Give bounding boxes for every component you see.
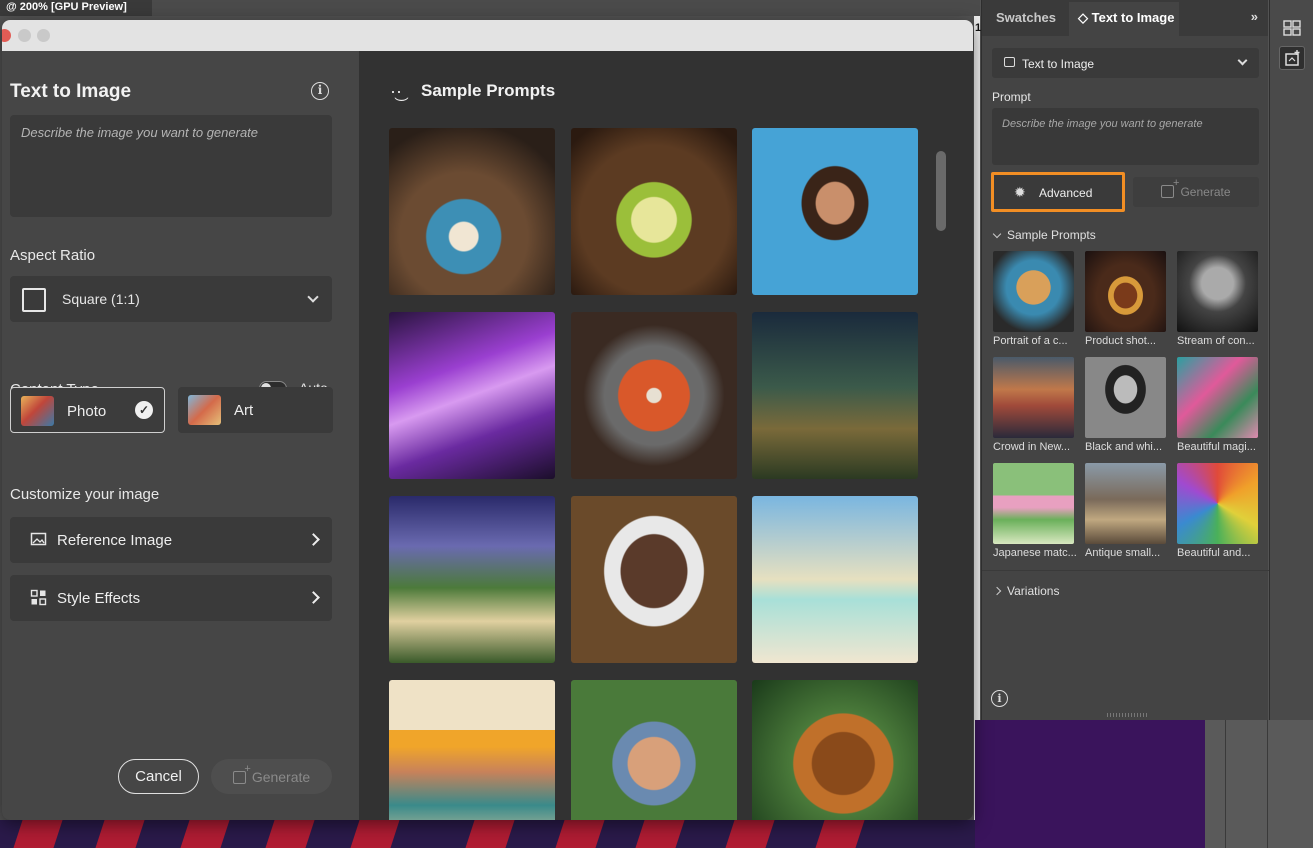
mode-select[interactable]: Text to Image xyxy=(992,48,1259,78)
panel-dock-strip xyxy=(1269,0,1313,720)
sample-thumb-latte-art-coffee[interactable] xyxy=(389,128,555,295)
sample-prompts-title: Sample Prompts xyxy=(421,81,556,100)
reference-image-button[interactable]: Reference Image xyxy=(10,517,332,563)
variations-toggle[interactable]: Variations xyxy=(992,584,1059,598)
panel-sample-caption: Beautiful and... xyxy=(1177,547,1251,559)
panel-sample-caption: Crowd in New... xyxy=(993,441,1071,453)
tab-text-to-image[interactable]: ◇ Text to Image xyxy=(1078,10,1174,26)
panel-sample-caption: Stream of con... xyxy=(1177,335,1255,347)
aspect-ratio-label: Aspect Ratio xyxy=(10,247,96,264)
text-to-image-panel: Swatches ◇ Text to Image » Text to Image… xyxy=(981,0,1269,720)
text-to-image-dialog: Text to Image i Aspect Ratio Square (1:1… xyxy=(2,20,973,820)
panel-sample-caption: Portrait of a c... xyxy=(993,335,1068,347)
customize-label: Customize your image xyxy=(10,486,160,503)
canvas-artwork-purple xyxy=(975,720,1205,848)
hot-air-balloon-art-icon xyxy=(188,395,221,425)
reference-image-icon xyxy=(30,532,47,546)
sample-thumb-baby-orangutan[interactable] xyxy=(752,680,918,820)
panel-sample-caption: Product shot... xyxy=(1085,335,1156,347)
panel-sample-caption: Black and whi... xyxy=(1085,441,1163,453)
panel-sample-caption: Antique small... xyxy=(1085,547,1161,559)
panel-sample-caption: Beautiful magi... xyxy=(1177,441,1256,453)
panel-thumb-burger[interactable] xyxy=(1085,251,1166,332)
panel-thumb-antique-car[interactable] xyxy=(1085,463,1166,544)
chevron-right-icon xyxy=(307,533,320,546)
text-to-image-panel-icon[interactable] xyxy=(1279,46,1305,70)
sample-thumb-woman-in-hat[interactable] xyxy=(571,680,737,820)
panel-sample-caption: Japanese matc... xyxy=(993,547,1077,559)
generate-icon xyxy=(1161,177,1179,198)
sample-thumb-elderly-man-beard[interactable] xyxy=(571,496,737,663)
panel-thumb-bw-tree[interactable] xyxy=(1177,251,1258,332)
style-effects-button[interactable]: Style Effects xyxy=(10,575,332,621)
generate-button[interactable]: Generate xyxy=(211,759,332,794)
zoom-window-button[interactable] xyxy=(37,29,50,42)
panel-thumb-paper-flower[interactable] xyxy=(1177,463,1258,544)
aspect-ratio-select[interactable]: Square (1:1) xyxy=(10,276,332,322)
info-icon[interactable]: i xyxy=(311,82,329,100)
sample-thumb-fantasy-tree-lake[interactable] xyxy=(389,496,555,663)
panel-divider xyxy=(982,570,1269,571)
panel-thumb-bw-woman[interactable] xyxy=(1085,357,1166,438)
sample-prompts-scrollbar[interactable] xyxy=(936,151,946,231)
chevron-down-icon xyxy=(307,291,319,303)
content-type-photo-button[interactable]: Photo ✓ xyxy=(10,387,165,433)
advanced-label: Advanced xyxy=(1039,186,1093,200)
square-ratio-icon xyxy=(22,288,46,312)
prompt-input[interactable] xyxy=(10,115,332,217)
checkmark-icon: ✓ xyxy=(135,401,153,419)
panel-thumb-matcha-blossom[interactable] xyxy=(993,463,1074,544)
minimize-window-button[interactable] xyxy=(18,29,31,42)
panel-generate-label: Generate xyxy=(1180,185,1231,199)
generate-label: Generate xyxy=(251,768,311,785)
swatches-panel-icon[interactable] xyxy=(1279,16,1305,40)
content-type-option-label: Photo xyxy=(67,403,107,420)
reference-image-label: Reference Image xyxy=(57,532,173,549)
panel-thumb-flamingos[interactable] xyxy=(1177,357,1258,438)
panel-resize-grip[interactable] xyxy=(1107,713,1147,717)
content-type-art-button[interactable]: Art xyxy=(178,387,333,433)
cancel-button[interactable]: Cancel xyxy=(118,759,199,794)
generate-icon xyxy=(232,763,251,784)
close-window-button[interactable] xyxy=(2,29,11,42)
panel-thumb-city-crowd[interactable] xyxy=(993,357,1074,438)
sample-thumb-happy-birthday-balloons[interactable] xyxy=(389,312,555,479)
panel-tab-bar: Swatches ◇ Text to Image » xyxy=(982,0,1268,36)
settings-pane: Text to Image i Aspect Ratio Square (1:1… xyxy=(2,51,359,820)
sample-thumb-beach-hut-palms[interactable] xyxy=(752,496,918,663)
text-to-image-icon xyxy=(1004,57,1015,67)
sample-thumb-girl-in-forest-lantern[interactable] xyxy=(752,312,918,479)
chevron-right-icon xyxy=(307,591,320,604)
pasteboard xyxy=(1205,720,1313,848)
collapse-panel-button[interactable]: » xyxy=(1251,9,1258,24)
dialog-title: Text to Image xyxy=(10,81,132,102)
ruler xyxy=(974,16,980,826)
content-type-option-label: Art xyxy=(234,402,254,419)
panel-thumb-kitten-sweater[interactable] xyxy=(993,251,1074,332)
sample-thumb-tomato-soup-bowl[interactable] xyxy=(571,312,737,479)
mode-select-value: Text to Image xyxy=(1022,57,1095,71)
sample-thumb-cartoon-woman-glasses[interactable] xyxy=(752,128,918,295)
panel-prompt-input[interactable] xyxy=(992,108,1259,165)
sample-prompts-toggle[interactable]: Sample Prompts xyxy=(992,228,1096,242)
panel-generate-button[interactable]: Generate xyxy=(1133,177,1259,207)
sample-thumb-sun-over-mountains-illustration[interactable] xyxy=(389,680,555,820)
style-effects-label: Style Effects xyxy=(57,590,141,607)
style-effects-icon xyxy=(30,589,47,606)
gear-icon: ✹ xyxy=(1014,184,1026,200)
sample-thumb-lime-cocktail[interactable] xyxy=(571,128,737,295)
advanced-button[interactable]: ✹ Advanced xyxy=(991,172,1125,212)
aspect-ratio-value: Square (1:1) xyxy=(62,291,140,307)
hot-air-balloon-photo-icon xyxy=(21,396,54,426)
panel-info-icon[interactable]: i xyxy=(991,690,1008,707)
tab-swatches[interactable]: Swatches xyxy=(996,10,1056,25)
document-tab[interactable]: @ 200% [GPU Preview] xyxy=(0,0,152,16)
sample-prompts-pane: ·͜· Sample Prompts xyxy=(359,51,973,820)
prompt-label: Prompt xyxy=(992,90,1031,104)
dialog-titlebar xyxy=(2,20,973,51)
chevron-down-icon xyxy=(1237,55,1248,66)
tab-indicator-icon: ◇ xyxy=(1078,10,1088,25)
